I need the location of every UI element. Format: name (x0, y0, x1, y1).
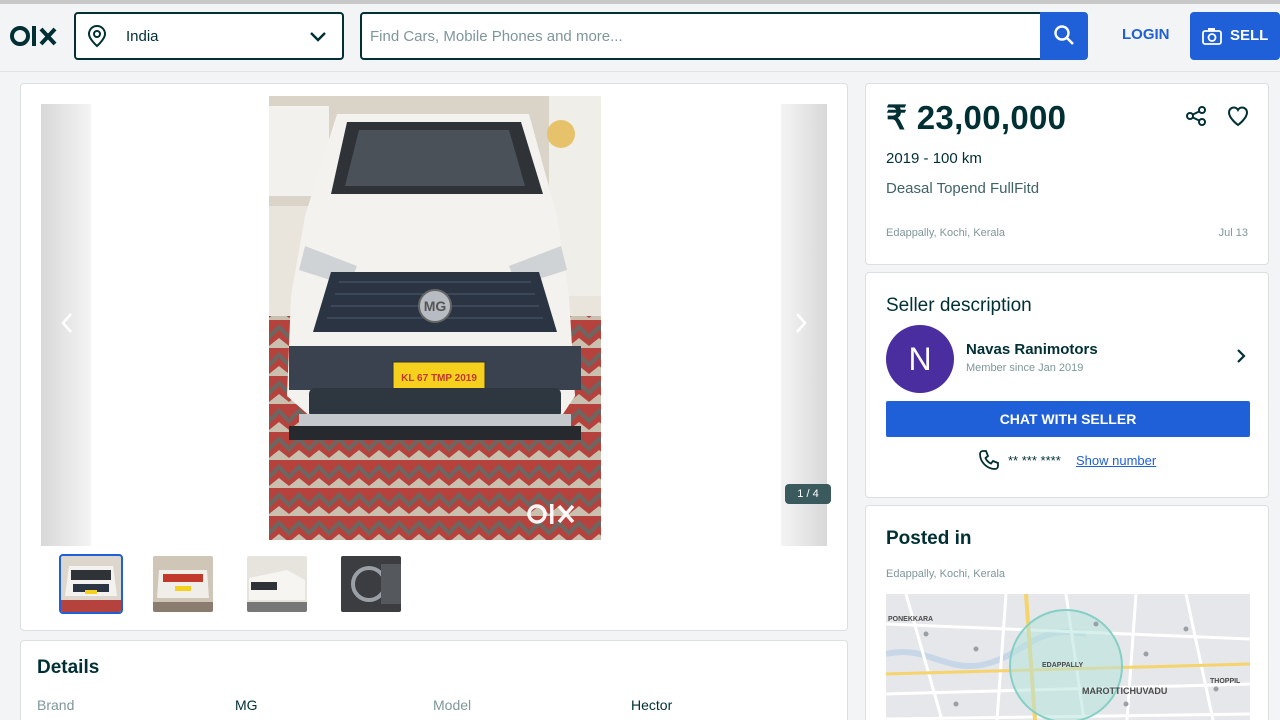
chat-with-seller-button[interactable]: CHAT WITH SELLER (886, 401, 1250, 437)
details-heading: Details (37, 657, 100, 678)
thumbnail-3[interactable] (247, 556, 307, 612)
seller-heading: Seller description (886, 295, 1032, 316)
seller-name[interactable]: Navas Ranimotors (966, 341, 1098, 358)
map-label-4: THOPPIL (1210, 678, 1241, 685)
sell-label: SELL (1230, 27, 1269, 44)
map-label-2: EDAPPALLY (1042, 662, 1084, 669)
share-icon[interactable] (1184, 104, 1208, 128)
listing-date: Jul 13 (1218, 227, 1248, 239)
svg-text:MG: MG (424, 298, 447, 314)
next-arrow-icon[interactable] (791, 310, 811, 336)
member-since: Member since Jan 2019 (966, 362, 1084, 374)
map-label-1: PONEKKARA (888, 616, 934, 623)
year-km: 2019 - 100 km (886, 150, 982, 167)
search-button[interactable] (1040, 12, 1088, 60)
search-icon (1054, 25, 1074, 45)
thumbnail-1[interactable] (59, 554, 123, 614)
phone-icon (979, 450, 999, 470)
listing-location: Edappally, Kochi, Kerala (886, 227, 1006, 239)
camera-icon (1202, 28, 1222, 45)
chevron-down-icon (310, 32, 326, 42)
detail-value-brand: MG (235, 697, 258, 713)
seller-card: Seller description N Navas Ranimotors Me… (865, 272, 1269, 498)
chevron-right-icon[interactable] (1234, 347, 1248, 365)
map-label-3: MAROTTICHUVADU (1082, 686, 1168, 696)
details-section: Details Brand MG Model Hector (20, 640, 848, 720)
sell-button[interactable]: SELL (1190, 12, 1280, 60)
search-box (360, 12, 1042, 60)
location-value: India (126, 28, 159, 45)
thumbnail-2[interactable] (153, 556, 213, 612)
search-input[interactable] (370, 24, 1030, 48)
thumbnail-4[interactable] (341, 556, 401, 612)
location-map[interactable]: PONEKKARA EDAPPALLY MAROTTICHUVADU THOPP… (886, 594, 1250, 720)
image-gallery: MG KL 67 TMP 2019 1 / 4 (20, 83, 848, 631)
location-pin-icon (87, 24, 107, 48)
seller-avatar[interactable]: N (886, 325, 954, 393)
prev-arrow-icon[interactable] (57, 310, 77, 336)
listing-price: ₹ 23,00,000 (886, 99, 1067, 136)
image-counter: 1 / 4 (785, 484, 831, 504)
detail-value-model: Hector (631, 697, 673, 713)
posted-in-card: Posted in Edappally, Kochi, Kerala PONEK… (865, 505, 1269, 720)
site-header: India LOGIN SELL (0, 4, 1280, 72)
masked-phone: ** *** **** (1008, 453, 1061, 468)
price-card: ₹ 23,00,000 2019 - 100 km Deasal Topend … (865, 83, 1269, 265)
login-link[interactable]: LOGIN (1122, 26, 1170, 43)
location-selector[interactable]: India (74, 12, 344, 60)
gallery-stage: MG KL 67 TMP 2019 1 / 4 (41, 96, 831, 546)
license-plate: KL 67 TMP 2019 (401, 373, 477, 384)
main-car-photo: MG KL 67 TMP 2019 (269, 96, 601, 540)
olx-logo[interactable] (10, 20, 62, 52)
detail-key-brand: Brand (37, 697, 75, 713)
posted-in-heading: Posted in (886, 528, 972, 549)
detail-key-model: Model (433, 697, 472, 713)
show-number-link[interactable]: Show number (1076, 453, 1156, 468)
listing-title: Deasal Topend FullFitd (886, 180, 1040, 197)
heart-icon[interactable] (1226, 104, 1250, 128)
posted-location: Edappally, Kochi, Kerala (886, 568, 1006, 580)
